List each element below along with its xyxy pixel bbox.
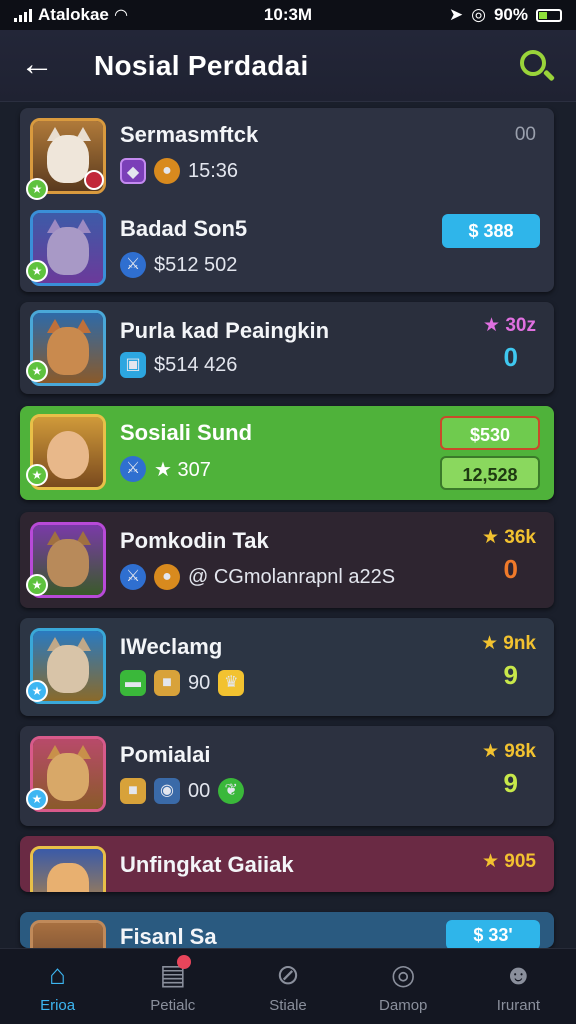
nav-label: Stiale xyxy=(269,997,307,1014)
coin-icon: ● xyxy=(154,158,180,184)
rank-badge-icon: ★ xyxy=(26,788,48,810)
item-subtext: $514 426 xyxy=(154,353,238,376)
item-rank: 0 xyxy=(503,342,518,372)
status-bar: Atalokae ◠ 10:3M ➤ ◎ 90% xyxy=(0,0,576,30)
item-subtext: 15:36 xyxy=(188,159,239,182)
shield-icon: ⚔ xyxy=(120,456,146,482)
item-score: ★ 905 xyxy=(481,851,536,872)
list-card[interactable]: Unfingkat Gaiiak ★ 905 xyxy=(20,836,554,892)
back-button[interactable]: ← xyxy=(20,47,56,84)
carrier-label: Atalokae xyxy=(38,5,109,24)
item-name: Purla kad Peaingkin xyxy=(120,318,330,343)
item-subtext: @ CGmolanrapnl a22S xyxy=(188,565,396,588)
block-icon: ⊘ xyxy=(276,959,300,990)
item-score: ★ 98k xyxy=(481,741,536,762)
nav-tasks[interactable]: ▤ Petialc xyxy=(115,949,230,1024)
item-rank: 9 xyxy=(503,768,518,798)
home-icon: ⌂ xyxy=(49,959,67,990)
list-item[interactable]: ★ IWeclamg ▬ ■ 90 ♛ ★ 9nk 9 xyxy=(20,618,554,708)
bottom-nav: ⌂ Erioa ▤ Petialc ⊘ Stiale ◎ Damop ☻ Iru… xyxy=(0,948,576,1024)
item-subtext: ★ 307 xyxy=(154,458,211,481)
shield-icon: ⚔ xyxy=(120,252,146,278)
item-subtext: 90 xyxy=(188,671,211,694)
item-name: Badad Son5 xyxy=(120,216,248,241)
list-card[interactable]: ★ Pomkodin Tak ⚔ ● @ CGmolanrapnl a22S ★… xyxy=(20,512,554,608)
chest-icon: ■ xyxy=(154,670,180,696)
item-name: Unfingkat Gaiiak xyxy=(120,852,294,877)
list-item[interactable]: Fisanl Sa $ 33' xyxy=(20,912,554,948)
gem-icon: ◆ xyxy=(120,158,146,184)
list-card[interactable]: ★ Pomialai ■ ◉ 00 ❦ ★ 98k 9 xyxy=(20,726,554,826)
avatar xyxy=(30,846,106,892)
list-card[interactable]: ★ Sermasmftck ◆ ● 15:36 00 ★ Badad Son5 … xyxy=(20,108,554,292)
reward-pill[interactable]: 12,528 xyxy=(440,456,540,490)
sword-icon: ⚔ xyxy=(120,564,146,590)
rank-badge-icon: ★ xyxy=(26,260,48,282)
camera-icon: ◉ xyxy=(154,778,180,804)
nav-home[interactable]: ⌂ Erioa xyxy=(0,949,115,1024)
list-card[interactable]: ★ IWeclamg ▬ ■ 90 ♛ ★ 9nk 9 xyxy=(20,618,554,716)
item-name: Pomkodin Tak xyxy=(120,528,269,553)
list-card[interactable]: Fisanl Sa $ 33' xyxy=(20,912,554,948)
list-item[interactable]: ★ Badad Son5 ⚔ $512 502 $ 388 xyxy=(20,204,554,294)
search-icon: ◎ xyxy=(390,959,416,990)
card-icon: ▣ xyxy=(120,352,146,378)
list-item[interactable]: ★ Pomialai ■ ◉ 00 ❦ ★ 98k 9 xyxy=(20,726,554,816)
item-subtext: 00 xyxy=(188,779,211,802)
clock: 10:3M xyxy=(263,5,313,24)
item-score: 00 xyxy=(514,124,536,145)
alarm-icon: ◎ xyxy=(471,5,486,24)
item-subtext: $512 502 xyxy=(154,253,238,276)
search-icon xyxy=(520,49,546,76)
list-item[interactable]: Unfingkat Gaiiak ★ 905 xyxy=(20,836,554,892)
cash-icon: ▬ xyxy=(120,670,146,696)
item-name: Sermasmftck xyxy=(120,122,259,147)
status-badge xyxy=(84,170,104,190)
item-name: Fisanl Sa xyxy=(120,924,217,948)
leaf-icon: ❦ xyxy=(218,778,245,804)
battery-percent: 90% xyxy=(493,5,528,24)
item-name: Sosiali Sund xyxy=(120,420,253,445)
list-item[interactable]: ★ Sosiali Sund ⚔ ★ 307 $530 12,528 xyxy=(20,406,554,496)
rank-badge-icon: ★ xyxy=(26,680,48,702)
nav-label: Erioa xyxy=(40,997,76,1014)
item-name: Pomialai xyxy=(120,742,211,767)
nav-label: Petialc xyxy=(150,997,196,1014)
item-rank: 0 xyxy=(503,554,518,584)
list-card[interactable]: ★ Purla kad Peaingkin ▣ $514 426 ★ 30z 0 xyxy=(20,302,554,394)
battery-icon xyxy=(536,8,562,22)
item-rank: 9 xyxy=(503,660,518,690)
location-icon: ➤ xyxy=(448,5,464,24)
item-score: ★ 36k xyxy=(481,527,536,548)
rank-badge-icon: ★ xyxy=(26,178,48,200)
value-pill[interactable]: $530 xyxy=(440,416,540,450)
profile-icon: ☻ xyxy=(503,959,534,990)
item-name: IWeclamg xyxy=(120,634,223,659)
nav-stats[interactable]: ⊘ Stiale xyxy=(230,949,345,1024)
page-title: Nosial Perdadai xyxy=(94,49,309,81)
value-pill[interactable]: $ 33' xyxy=(446,920,540,948)
nav-search[interactable]: ◎ Damop xyxy=(346,949,461,1024)
chest-icon: ■ xyxy=(120,778,146,804)
item-score: ★ 9nk xyxy=(480,633,536,654)
coin-icon: ● xyxy=(154,564,180,590)
signal-icon xyxy=(14,8,32,22)
crown-icon: ♛ xyxy=(218,670,245,696)
value-pill[interactable]: $ 388 xyxy=(442,214,540,248)
rank-badge-icon: ★ xyxy=(26,360,48,382)
search-button[interactable] xyxy=(516,46,556,86)
list-item[interactable]: ★ Purla kad Peaingkin ▣ $514 426 ★ 30z 0 xyxy=(20,302,554,392)
avatar xyxy=(30,920,106,948)
nav-label: Damop xyxy=(379,997,428,1014)
nav-profile[interactable]: ☻ Irurant xyxy=(461,949,576,1024)
list-item[interactable]: ★ Pomkodin Tak ⚔ ● @ CGmolanrapnl a22S ★… xyxy=(20,512,554,602)
wifi-icon: ◠ xyxy=(114,7,128,24)
list-card-selected[interactable]: ★ Sosiali Sund ⚔ ★ 307 $530 12,528 xyxy=(20,406,554,500)
rank-badge-icon: ★ xyxy=(26,574,48,596)
app-header: ← Nosial Perdadai xyxy=(0,30,576,102)
rank-badge-icon: ★ xyxy=(26,464,48,486)
item-score: ★ 30z xyxy=(483,315,536,336)
nav-label: Irurant xyxy=(496,997,541,1014)
list-item[interactable]: ★ Sermasmftck ◆ ● 15:36 00 xyxy=(20,108,554,200)
